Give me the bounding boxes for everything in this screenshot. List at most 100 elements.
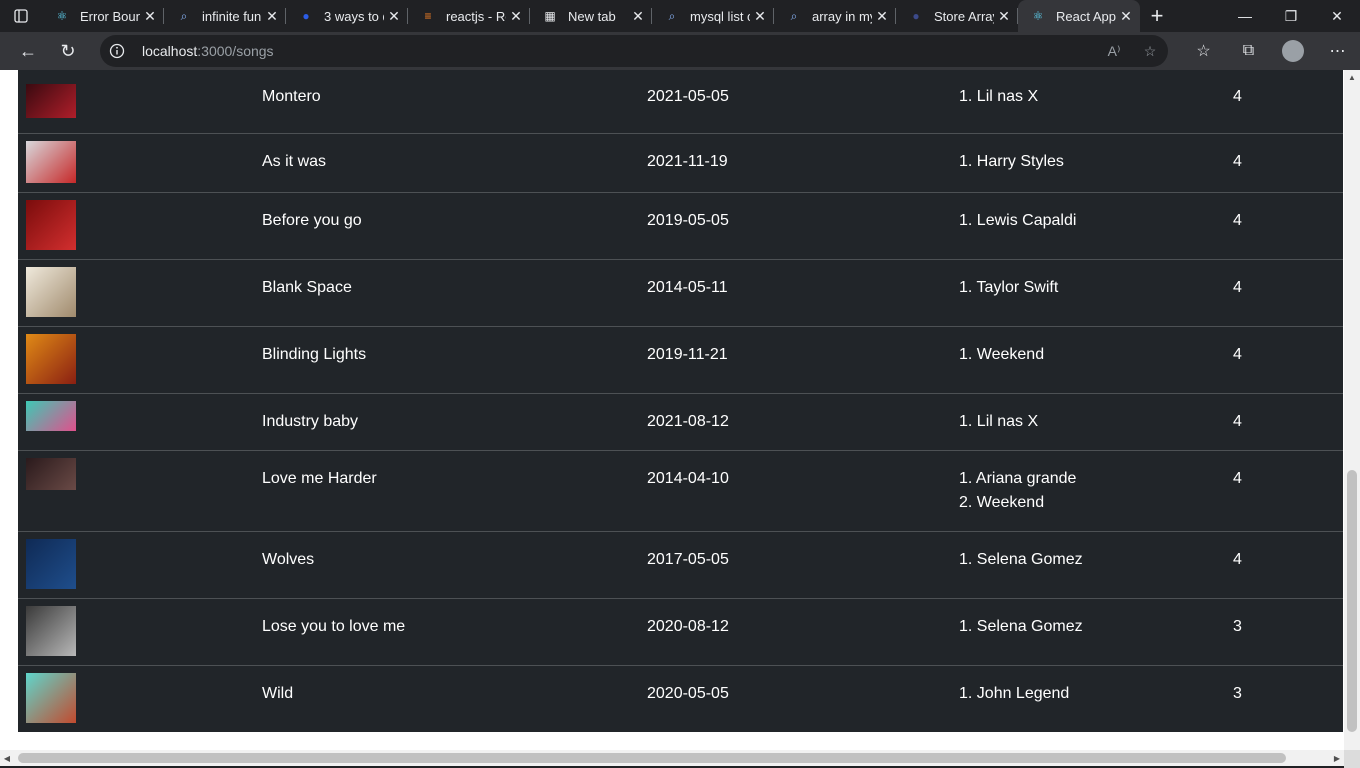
search-icon: ⌕ — [790, 8, 798, 23]
vertical-scroll-thumb[interactable] — [1347, 470, 1357, 732]
artists-cell: 1. Lewis Capaldi — [959, 192, 1233, 259]
table-row: Wild 2020-05-05 1. John Legend 3 — [18, 665, 1343, 732]
song-title-cell: As it was — [262, 133, 647, 192]
release-date-cell: 2014-04-10 — [647, 450, 959, 531]
rating-cell: 4 — [1233, 531, 1343, 598]
song-title: Blinding Lights — [262, 345, 367, 363]
close-tab-icon[interactable]: ✕ — [1116, 6, 1136, 26]
close-window-button[interactable]: ✕ — [1314, 0, 1360, 32]
vertical-scrollbar[interactable]: ▲ — [1344, 70, 1360, 750]
minimize-icon: — — [1238, 8, 1252, 24]
song-title-cell: Wolves — [262, 531, 647, 598]
artist-list: 1. John Legend — [959, 682, 1233, 706]
cover-cell — [18, 326, 262, 393]
rating: 4 — [1233, 88, 1242, 105]
release-date: 2021-11-19 — [647, 152, 728, 170]
release-date: 2017-05-05 — [647, 550, 729, 568]
site-info-icon[interactable] — [100, 35, 134, 67]
song-title: Industry baby — [262, 412, 359, 430]
refresh-button[interactable]: ↻ — [48, 35, 88, 67]
close-tab-icon[interactable]: ✕ — [872, 6, 892, 26]
table-row: Love me Harder 2014-04-10 1. Ariana grande… — [18, 450, 1343, 531]
artist-name: 1. John Legend — [959, 684, 1070, 702]
rating: 4 — [1233, 412, 1242, 430]
song-title: Lose you to love me — [262, 617, 406, 635]
artist-name: 1. Taylor Swift — [959, 278, 1059, 296]
back-button[interactable]: ← — [8, 35, 48, 67]
browser-tab[interactable]: ⚛ Error Boun ✕ — [42, 0, 164, 32]
tab-title: array in my — [812, 8, 872, 24]
scroll-up-icon[interactable]: ▲ — [1344, 70, 1360, 84]
address-bar[interactable]: localhost:3000/songs A⁾ ☆ — [100, 35, 1168, 67]
rating-cell: 4 — [1233, 70, 1343, 133]
react-icon: ⚛ — [1032, 9, 1044, 23]
more-options-icon[interactable]: ⋯ — [1315, 35, 1360, 67]
browser-tab[interactable]: ▦ New tab ✕ — [530, 0, 652, 32]
close-tab-icon[interactable]: ✕ — [384, 6, 404, 26]
new-tab-button[interactable]: + — [1140, 0, 1174, 32]
rating: 4 — [1233, 152, 1242, 170]
horizontal-scrollbar[interactable]: ◀ ▶ — [0, 750, 1344, 766]
close-tab-icon[interactable]: ✕ — [262, 6, 282, 26]
browser-tab[interactable]: ⌕ array in my ✕ — [774, 0, 896, 32]
rating-cell: 4 — [1233, 133, 1343, 192]
artists-cell: 1. Harry Styles — [959, 133, 1233, 192]
release-date-cell: 2020-05-05 — [647, 665, 959, 732]
browser-tab[interactable]: ⌕ mysql list o ✕ — [652, 0, 774, 32]
table-row: Wolves 2017-05-05 1. Selena Gomez 4 — [18, 531, 1343, 598]
url-text[interactable]: localhost:3000/songs — [142, 43, 274, 59]
table-row: Blinding Lights 2019-11-21 1. Weekend 4 — [18, 326, 1343, 393]
scroll-right-icon[interactable]: ▶ — [1330, 750, 1344, 766]
tab-actions-button[interactable] — [0, 0, 42, 32]
release-date-cell: 2017-05-05 — [647, 531, 959, 598]
table-row: Before you go 2019-05-05 1. Lewis Capaldi 4 — [18, 192, 1343, 259]
collections-icon[interactable]: ⧉ — [1226, 35, 1271, 67]
rating: 3 — [1233, 684, 1242, 702]
newtab-icon: ▦ — [544, 9, 556, 23]
close-tab-icon[interactable]: ✕ — [750, 6, 770, 26]
tab-title: React App — [1056, 8, 1116, 24]
tab-title: Error Boun — [80, 8, 140, 24]
release-date-cell: 2019-11-21 — [647, 326, 959, 393]
table-row: Lose you to love me 2020-08-12 1. Selena G… — [18, 598, 1343, 665]
stackoverflow-icon: ≡ — [424, 9, 432, 23]
site-icon: ● — [912, 9, 920, 23]
song-title: Blank Space — [262, 278, 352, 296]
restore-button[interactable]: ❐ — [1268, 0, 1314, 32]
horizontal-scroll-thumb[interactable] — [18, 753, 1286, 763]
artist-name: 1. Selena Gomez — [959, 550, 1083, 568]
song-title-cell: Blank Space — [262, 259, 647, 326]
profile-avatar[interactable] — [1282, 40, 1304, 62]
tab-actions-icon — [14, 9, 28, 23]
scrollbar-corner — [1344, 750, 1360, 768]
artist-name: 1. Lewis Capaldi — [959, 211, 1077, 229]
close-tab-icon[interactable]: ✕ — [628, 6, 648, 26]
browser-tab[interactable]: ⚛ React App ✕ — [1018, 0, 1140, 32]
read-aloud-icon[interactable]: A⁾ — [1096, 35, 1132, 67]
cover-cell — [18, 393, 262, 450]
browser-tab[interactable]: ≡ reactjs - Re ✕ — [408, 0, 530, 32]
minimize-button[interactable]: — — [1222, 0, 1268, 32]
close-tab-icon[interactable]: ✕ — [140, 6, 160, 26]
browser-tab[interactable]: ● Store Array ✕ — [896, 0, 1018, 32]
release-date-cell: 2021-08-12 — [647, 393, 959, 450]
release-date-cell: 2020-08-12 — [647, 598, 959, 665]
release-date-cell: 2021-11-19 — [647, 133, 959, 192]
browser-tab[interactable]: ⌕ infinite fun ✕ — [164, 0, 286, 32]
table-row: Montero 2021-05-05 1. Lil nas X 4 — [18, 70, 1343, 133]
song-title-cell: Industry baby — [262, 393, 647, 450]
close-tab-icon[interactable]: ✕ — [506, 6, 526, 26]
close-tab-icon[interactable]: ✕ — [994, 6, 1014, 26]
restore-icon: ❐ — [1284, 7, 1298, 24]
songs-table-body: Montero 2021-05-05 1. Lil nas X 4 As it was 2… — [18, 70, 1343, 732]
cover-cell — [18, 598, 262, 665]
scroll-left-icon[interactable]: ◀ — [0, 750, 14, 766]
favorites-icon[interactable]: ☆ — [1181, 35, 1226, 67]
artist-name: 1. Selena Gomez — [959, 617, 1083, 635]
artist-name: 1. Harry Styles — [959, 152, 1064, 170]
add-favorite-icon[interactable]: ☆ — [1132, 35, 1168, 67]
song-title-cell: Montero — [262, 70, 647, 133]
cover-cell — [18, 531, 262, 598]
artist-list: 1. Lewis Capaldi — [959, 209, 1233, 233]
browser-tab[interactable]: ● 3 ways to d ✕ — [286, 0, 408, 32]
